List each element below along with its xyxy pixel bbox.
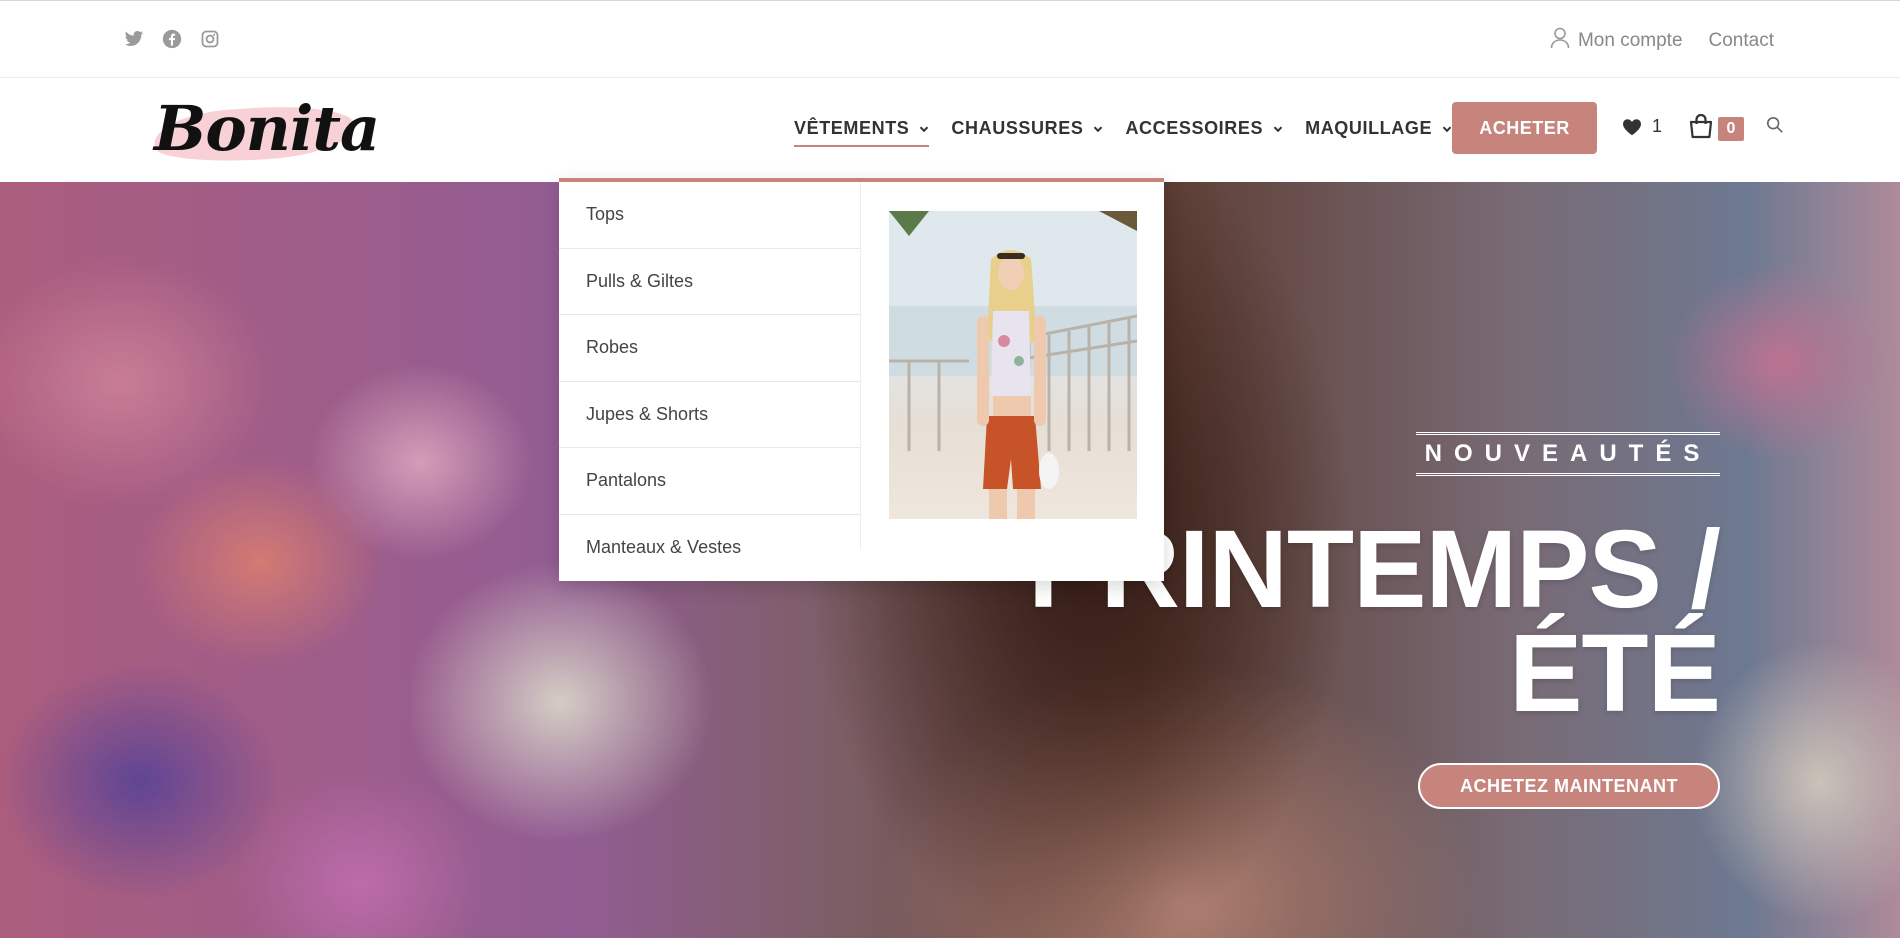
chevron-down-icon xyxy=(920,126,929,132)
wishlist-count: 1 xyxy=(1652,116,1663,136)
hero-tagline: NOUVEAUTÉS xyxy=(1416,432,1720,476)
mega-menu-item-tops[interactable]: Tops xyxy=(559,182,860,249)
user-icon xyxy=(1550,27,1570,55)
nav-item-label: MAQUILLAGE xyxy=(1305,118,1433,138)
mega-menu-featured-image[interactable] xyxy=(889,211,1137,519)
nav-item-label: ACCESSOIRES xyxy=(1125,118,1264,138)
vetements-mega-menu: Tops Pulls & Giltes Robes Jupes & Shorts… xyxy=(559,178,1164,581)
twitter-icon[interactable] xyxy=(122,27,146,51)
nav-item-label: VÊTEMENTS xyxy=(794,118,910,138)
nav-item-accessoires[interactable]: ACCESSOIRES xyxy=(1125,118,1283,147)
mega-menu-item-manteaux-vestes[interactable]: Manteaux & Vestes xyxy=(559,515,860,582)
my-account-link[interactable]: Mon compte xyxy=(1550,27,1683,55)
facebook-icon[interactable] xyxy=(160,27,184,51)
heart-icon xyxy=(1623,118,1641,135)
site-logo[interactable]: Bonita xyxy=(150,90,380,172)
my-account-label: Mon compte xyxy=(1577,30,1683,51)
social-links xyxy=(122,27,222,51)
hero-headline-line2: ÉTÉ xyxy=(1509,612,1721,735)
wishlist-link[interactable]: 1 xyxy=(1622,116,1662,137)
account-links: Mon compte Contact xyxy=(1550,27,1774,55)
mega-menu-list: Tops Pulls & Giltes Robes Jupes & Shorts… xyxy=(559,182,861,557)
chevron-down-icon xyxy=(1094,126,1103,132)
shopping-bag-icon xyxy=(1689,113,1713,139)
instagram-icon[interactable] xyxy=(198,27,222,51)
nav-item-chaussures[interactable]: CHAUSSURES xyxy=(951,118,1103,147)
nav-item-label: CHAUSSURES xyxy=(951,118,1084,138)
mega-menu-item-robes[interactable]: Robes xyxy=(559,315,860,382)
logo-text: Bonita xyxy=(154,92,380,165)
cart-link[interactable]: 0 xyxy=(1688,111,1744,141)
chevron-down-icon xyxy=(1273,126,1283,132)
main-header: Bonita VÊTEMENTS CHAUSSURES ACCESSOIRES … xyxy=(0,78,1900,182)
mega-menu-item-pulls-giltes[interactable]: Pulls & Giltes xyxy=(559,249,860,315)
nav-item-vetements[interactable]: VÊTEMENTS xyxy=(794,118,930,147)
contact-link[interactable]: Contact xyxy=(1709,30,1774,52)
shop-now-button[interactable]: ACHETEZ MAINTENANT xyxy=(1418,763,1720,809)
mega-menu-item-jupes-shorts[interactable]: Jupes & Shorts xyxy=(559,382,860,448)
mega-menu-item-pantalons[interactable]: Pantalons xyxy=(559,448,860,515)
nav-item-maquillage[interactable]: MAQUILLAGE xyxy=(1305,118,1452,147)
cart-count-badge: 0 xyxy=(1718,117,1744,141)
search-icon[interactable] xyxy=(1766,116,1784,139)
chevron-down-icon xyxy=(1442,126,1452,132)
primary-nav: VÊTEMENTS CHAUSSURES ACCESSOIRES MAQUILL… xyxy=(794,118,1474,147)
buy-button[interactable]: ACHETER xyxy=(1452,102,1597,154)
top-bar: Mon compte Contact xyxy=(0,0,1900,78)
